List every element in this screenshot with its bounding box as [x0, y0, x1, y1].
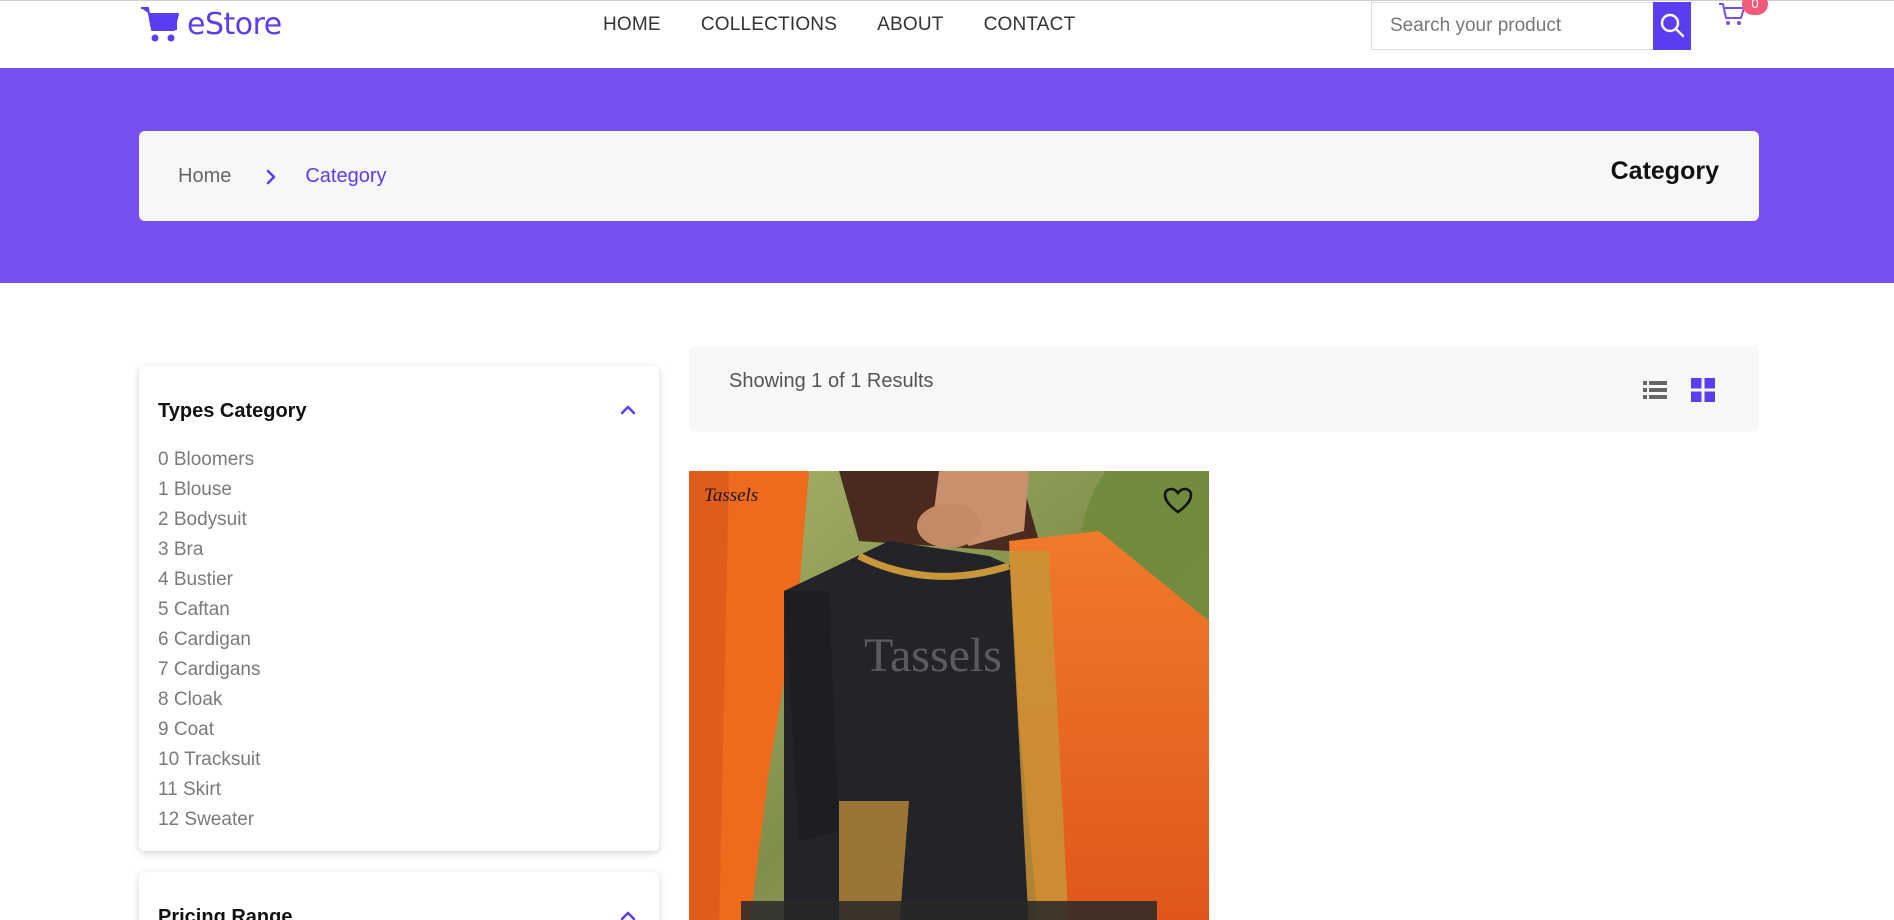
category-item[interactable]: 8 Cloak — [158, 685, 260, 715]
logo-text: eStore — [187, 6, 282, 42]
breadcrumb-current: Category — [305, 165, 387, 187]
product-action-bar[interactable] — [741, 901, 1157, 920]
search-input[interactable] — [1371, 2, 1653, 50]
chevron-up-icon[interactable] — [619, 909, 637, 920]
category-item[interactable]: 10 Tracksuit — [158, 745, 260, 775]
nav-collections[interactable]: COLLECTIONS — [701, 14, 837, 36]
category-item[interactable]: 6 Cardigan — [158, 625, 260, 655]
shopping-cart-icon — [139, 3, 181, 45]
top-header: eStore HOME COLLECTIONS ABOUT CONTACT 0 — [0, 0, 1894, 68]
chevron-right-icon — [265, 168, 277, 186]
search-bar — [1371, 2, 1691, 50]
main-nav: HOME COLLECTIONS ABOUT CONTACT — [603, 14, 1075, 36]
category-item[interactable]: 4 Bustier — [158, 565, 260, 595]
category-item[interactable]: 11 Skirt — [158, 775, 260, 805]
watermark-text: Tassels — [864, 629, 1002, 682]
nav-about[interactable]: ABOUT — [877, 14, 943, 36]
cart-button[interactable]: 0 — [1718, 0, 1768, 31]
category-item[interactable]: 12 Sweater — [158, 805, 260, 835]
category-item[interactable]: 5 Caftan — [158, 595, 260, 625]
category-item[interactable]: 7 Cardigans — [158, 655, 260, 685]
pricing-range-header[interactable]: Pricing Range — [158, 906, 637, 920]
grid-view-icon[interactable] — [1691, 378, 1715, 407]
types-category-header[interactable]: Types Category — [158, 400, 637, 423]
breadcrumb: Home Category — [178, 165, 387, 188]
results-toolbar: Showing 1 of 1 Results — [689, 346, 1759, 432]
search-button[interactable] — [1653, 2, 1691, 50]
pricing-range-title: Pricing Range — [158, 906, 293, 920]
brand-mark-text: Tassels — [704, 485, 758, 506]
category-item[interactable]: 2 Bodysuit — [158, 505, 260, 535]
nav-home[interactable]: HOME — [603, 14, 661, 36]
breadcrumb-box: Home Category Category — [139, 131, 1759, 221]
list-view-icon[interactable] — [1643, 380, 1667, 405]
cart-icon — [1718, 3, 1746, 31]
category-item[interactable]: 1 Blouse — [158, 475, 260, 505]
breadcrumb-home[interactable]: Home — [178, 165, 231, 188]
heart-icon[interactable] — [1163, 487, 1193, 520]
category-item[interactable]: 0 Bloomers — [158, 445, 260, 475]
logo[interactable]: eStore — [139, 3, 282, 45]
cart-count-badge: 0 — [1742, 0, 1768, 15]
category-list: 0 Bloomers 1 Blouse 2 Bodysuit 3 Bra 4 B… — [158, 445, 260, 835]
product-card[interactable]: Tassels Tassels — [689, 471, 1209, 920]
category-item[interactable]: 9 Coat — [158, 715, 260, 745]
chevron-up-icon[interactable] — [619, 403, 637, 421]
category-item[interactable]: 3 Bra — [158, 535, 260, 565]
product-image[interactable]: Tassels Tassels — [689, 471, 1209, 920]
types-category-title: Types Category — [158, 400, 307, 422]
nav-contact[interactable]: CONTACT — [984, 14, 1076, 36]
page-banner: Home Category Category — [0, 68, 1894, 283]
result-count: Showing 1 of 1 Results — [729, 370, 934, 392]
page-title: Category — [1610, 157, 1719, 185]
search-icon — [1659, 12, 1685, 41]
pricing-range-filter: Pricing Range — [139, 872, 659, 920]
types-category-filter: Types Category 0 Bloomers 1 Blouse 2 Bod… — [139, 366, 659, 851]
